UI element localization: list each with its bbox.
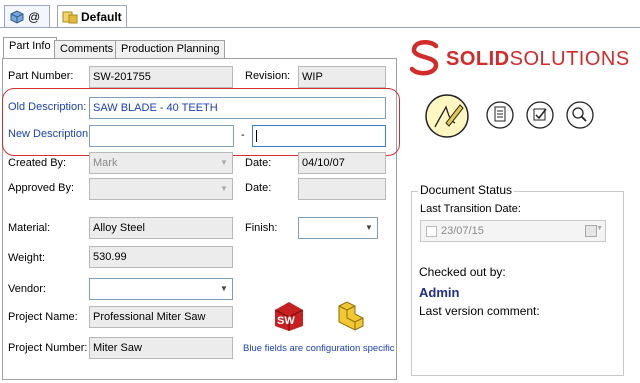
created-date-label: Date: <box>245 157 272 169</box>
vendor-select[interactable]: ▼ <box>89 278 233 300</box>
revision-label: Revision: <box>245 70 291 82</box>
material-label: Material: <box>8 222 51 234</box>
chevron-down-icon: ▼ <box>220 184 228 193</box>
finish-label: Finish: <box>245 222 278 234</box>
tab-part-config-label: @ <box>28 9 41 24</box>
tab-default-config-label: Default <box>81 9 122 24</box>
config-icon <box>62 9 78 25</box>
vendor-label: Vendor: <box>8 283 46 295</box>
last-transition-date-picker[interactable]: 23/07/15 ▼ <box>420 220 606 242</box>
finish-select[interactable]: ▼ <box>298 217 378 239</box>
part-number-label: Part Number: <box>8 70 74 82</box>
chevron-down-icon: ▼ <box>596 225 603 232</box>
project-name-field[interactable]: Professional Miter Saw <box>89 306 233 328</box>
checklist-icon[interactable] <box>485 100 515 130</box>
weight-label: Weight: <box>8 252 46 264</box>
configuration-part-icon[interactable] <box>333 298 367 332</box>
logo-text: SOLIDSOLUTIONS <box>446 48 630 71</box>
logo-text-bold: SOLID <box>446 48 510 70</box>
solidsolutions-logo: SOLIDSOLUTIONS <box>408 38 634 80</box>
approved-date-field[interactable] <box>298 178 386 200</box>
description-highlight-outline <box>2 88 400 156</box>
solidworks-logo-icon: SW <box>273 300 305 332</box>
last-transition-value: 23/07/15 <box>441 225 484 237</box>
created-by-label: Created By: <box>8 157 67 169</box>
configuration-note: Blue fields are configuration specific <box>243 343 395 354</box>
last-version-comment-label: Last version comment: <box>419 304 540 318</box>
material-field[interactable]: Alloy Steel <box>89 217 233 239</box>
tab-production-planning[interactable]: Production Planning <box>115 40 226 58</box>
created-by-value: Mark <box>93 157 118 169</box>
created-by-select[interactable]: Mark ▼ <box>89 152 233 174</box>
sign-pen-icon[interactable] <box>424 93 470 139</box>
document-status-group <box>411 191 624 376</box>
created-date-field[interactable]: 04/10/07 <box>298 152 386 174</box>
approved-by-select[interactable]: ▼ <box>89 178 233 200</box>
configuration-tab-strip: @ Default <box>0 0 640 30</box>
approved-by-label: Approved By: <box>8 182 75 194</box>
svg-text:SW: SW <box>277 315 295 327</box>
solidsolutions-logo-icon <box>409 40 439 76</box>
document-status-title: Document Status <box>418 183 515 197</box>
tab-comments[interactable]: Comments <box>54 40 120 58</box>
weight-field[interactable]: 530.99 <box>89 246 233 268</box>
tab-part-config[interactable]: @ <box>4 5 50 27</box>
project-number-label: Project Number: <box>8 342 88 354</box>
approved-date-label: Date: <box>245 182 272 194</box>
project-name-label: Project Name: <box>8 311 78 323</box>
tab-strip-divider <box>0 27 640 28</box>
approve-check-icon[interactable] <box>525 100 555 130</box>
part-icon <box>9 9 25 25</box>
part-number-field[interactable]: SW-201755 <box>89 66 233 88</box>
date-checkbox[interactable] <box>426 226 437 237</box>
checked-out-user: Admin <box>419 285 460 300</box>
chevron-down-icon: ▼ <box>365 223 373 232</box>
chevron-down-icon: ▼ <box>220 284 228 293</box>
project-number-field[interactable]: Miter Saw <box>89 337 233 359</box>
zoom-icon[interactable] <box>565 100 595 130</box>
chevron-down-icon: ▼ <box>220 158 228 167</box>
tab-default-config[interactable]: Default <box>57 5 127 27</box>
tab-part-info[interactable]: Part Info <box>3 37 57 59</box>
last-transition-label: Last Transition Date: <box>420 203 521 215</box>
revision-field[interactable]: WIP <box>298 66 386 88</box>
checked-out-label: Checked out by: <box>419 265 506 279</box>
logo-text-rest: SOLUTIONS <box>509 48 630 70</box>
